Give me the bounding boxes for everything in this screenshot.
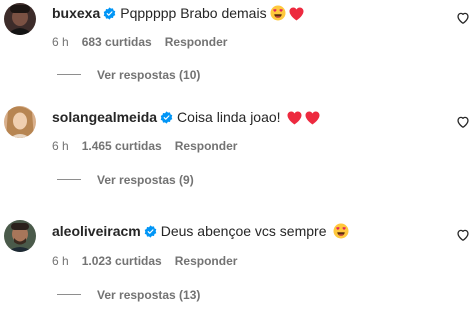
timestamp: 6 h [52,139,69,153]
view-replies-label: Ver respostas (10) [97,68,201,82]
reply-button[interactable]: Responder [175,139,238,153]
username[interactable]: solangealmeida [52,109,157,125]
view-replies-button[interactable]: Ver respostas (9) [57,172,194,188]
replies-divider [57,179,81,180]
view-replies-label: Ver respostas (13) [97,288,201,302]
avatar[interactable] [4,3,36,35]
red-heart-icon [287,111,302,125]
avatar[interactable] [4,106,36,138]
heart-outline-icon[interactable] [456,115,470,129]
likes-count[interactable]: 1.023 curtidas [82,254,162,268]
comment-meta: 6 h 1.465 curtidas Responder [52,138,250,154]
likes-count[interactable]: 1.465 curtidas [82,139,162,153]
smiling-face-with-heart-eyes-icon [270,5,286,21]
view-replies-button[interactable]: Ver respostas (13) [57,287,200,303]
timestamp: 6 h [52,254,69,268]
comment-meta: 6 h 683 curtidas Responder [52,34,240,50]
comment-text-line: aleoliveiracm Deus abençoe vcs sempre [52,222,349,240]
username[interactable]: aleoliveiracm [52,223,141,239]
likes-count[interactable]: 683 curtidas [82,35,152,49]
view-replies-label: Ver respostas (9) [97,173,194,187]
smiling-face-with-heart-eyes-icon [333,223,349,239]
heart-outline-icon[interactable] [456,11,470,25]
verified-badge-icon [160,111,173,124]
replies-divider [57,294,81,295]
comment-text-line: solangealmeida Coisa linda joao! [52,108,320,126]
verified-badge-icon [144,225,157,238]
heart-outline-icon[interactable] [456,228,470,242]
comment-text: Coisa linda joao! [177,109,281,125]
comment-meta: 6 h 1.023 curtidas Responder [52,253,250,269]
view-replies-button[interactable]: Ver respostas (10) [57,67,200,83]
reply-button[interactable]: Responder [175,254,238,268]
comment-text-line: buxexa Pqppppp Brabo demais [52,4,304,22]
avatar[interactable] [4,220,36,252]
comment-item: solangealmeida Coisa linda joao! 6 h 1.465… [0,106,476,206]
verified-badge-icon [103,7,116,20]
timestamp: 6 h [52,35,69,49]
username[interactable]: buxexa [52,5,100,21]
comment-text: Pqppppp Brabo demais [120,5,267,21]
comment-item: aleoliveiracm Deus abençoe vcs sempre 6 h… [0,219,476,319]
replies-divider [57,74,81,75]
comment-text: Deus abençoe vcs sempre [160,223,327,239]
red-heart-icon [305,111,320,125]
reply-button[interactable]: Responder [165,35,228,49]
comment-item: buxexa Pqppppp Brabo demais 6 h 683 curtid… [0,0,476,100]
red-heart-icon [289,7,304,21]
